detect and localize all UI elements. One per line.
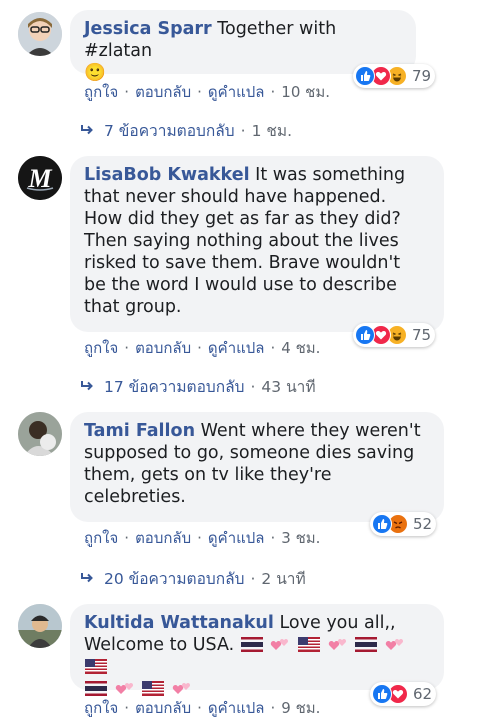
view-replies-link[interactable]: 17 ข้อความตอบกลับ · 43 นาที <box>80 374 316 399</box>
comment-text: celebreties. <box>84 487 186 507</box>
two-hearts-icon <box>172 683 190 694</box>
comment-author[interactable]: Tami Fallon <box>84 421 195 441</box>
comment-text: Love you all,, <box>279 613 396 633</box>
reactions-summary[interactable]: 75 <box>353 323 436 347</box>
comment-text: risked to save them. Brave wouldn't <box>84 253 401 273</box>
avatar[interactable] <box>18 412 62 456</box>
replies-time: 1 ชม. <box>251 122 293 140</box>
comment-actions: ถูกใจ · ตอบกลับ · ดูคำแปล · 4 ชม. <box>84 339 321 357</box>
comment-actions: ถูกใจ · ตอบกลับ · ดูคำแปล · 10 ชม. <box>84 83 330 101</box>
reply-link[interactable]: ตอบกลับ <box>135 699 191 717</box>
like-link[interactable]: ถูกใจ <box>84 83 118 101</box>
usa-flag-icon <box>85 659 107 674</box>
avatar[interactable] <box>18 604 62 648</box>
two-hearts-icon <box>271 639 289 650</box>
usa-flag-icon <box>142 681 165 696</box>
comment-actions: ถูกใจ · ตอบกลับ · ดูคำแปล · 3 ชม. <box>84 529 321 547</box>
comment-text: How did they get as far as they did? <box>84 209 401 229</box>
reactions-summary[interactable]: 52 <box>370 512 437 536</box>
replies-time: 2 นาที <box>261 570 306 588</box>
like-icon <box>372 684 392 704</box>
like-icon <box>372 514 392 534</box>
reply-link[interactable]: ตอบกลับ <box>135 83 191 101</box>
comment-text: be the word I would use to describe <box>84 275 397 295</box>
reaction-count: 52 <box>413 515 433 533</box>
comment-text: them, gets on tv like they're <box>84 465 332 485</box>
view-replies-link[interactable]: 20 ข้อความตอบกลับ · 2 นาที <box>80 566 306 591</box>
translate-link[interactable]: ดูคำแปล <box>208 83 265 101</box>
translate-link[interactable]: ดูคำแปล <box>208 699 265 717</box>
comment-author[interactable]: Kultida Wattanakul <box>84 613 274 633</box>
thailand-flag-icon <box>85 681 107 696</box>
like-link[interactable]: ถูกใจ <box>84 699 118 717</box>
translate-link[interactable]: ดูคำแปล <box>208 529 265 547</box>
comment-text: Then saying nothing about the lives <box>84 231 399 251</box>
two-hearts-icon <box>328 639 346 650</box>
reply-arrow-icon <box>80 570 94 588</box>
comment-text: Went where they weren't <box>200 421 421 441</box>
replies-count: 20 ข้อความตอบกลับ <box>104 570 245 588</box>
comment-bubble: LisaBob Kwakkel It was something that ne… <box>70 156 444 332</box>
comment-text: that never should have happened. <box>84 187 387 207</box>
reaction-count: 62 <box>413 685 433 703</box>
two-hearts-icon <box>115 683 133 694</box>
comment-author[interactable]: LisaBob Kwakkel <box>84 165 250 185</box>
like-icon <box>355 325 375 345</box>
comment-text: It was something <box>255 165 406 185</box>
comment-bubble: Kultida Wattanakul Love you all,, Welcom… <box>70 604 444 696</box>
replies-count: 7 ข้อความตอบกลับ <box>104 122 235 140</box>
timestamp[interactable]: 4 ชม. <box>281 339 320 357</box>
thailand-flag-icon <box>355 637 378 652</box>
avatar[interactable]: M <box>18 156 62 200</box>
reactions-summary[interactable]: 79 <box>353 64 436 88</box>
translate-link[interactable]: ดูคำแปล <box>208 339 265 357</box>
like-icon <box>355 66 375 86</box>
comment-text: supposed to go, someone dies saving <box>84 443 415 463</box>
replies-time: 43 นาที <box>261 378 316 396</box>
timestamp[interactable]: 10 ชม. <box>281 83 330 101</box>
comment-actions: ถูกใจ · ตอบกลับ · ดูคำแปล · 9 ชม. <box>84 699 321 717</box>
avatar[interactable] <box>18 12 62 56</box>
reaction-count: 79 <box>412 67 432 85</box>
replies-count: 17 ข้อความตอบกลับ <box>104 378 245 396</box>
reply-link[interactable]: ตอบกลับ <box>135 339 191 357</box>
reply-arrow-icon <box>80 122 94 140</box>
comment-author[interactable]: Jessica Sparr <box>84 19 212 39</box>
usa-flag-icon <box>297 637 320 652</box>
comment-text: Welcome to USA. <box>84 635 235 655</box>
two-hearts-icon <box>385 639 403 650</box>
view-replies-link[interactable]: 7 ข้อความตอบกลับ · 1 ชม. <box>80 118 292 143</box>
comment-text: that group. <box>84 297 182 317</box>
reply-arrow-icon <box>80 378 94 396</box>
timestamp[interactable]: 9 ชม. <box>281 699 320 717</box>
reaction-count: 75 <box>412 326 432 344</box>
reactions-summary[interactable]: 62 <box>370 682 437 706</box>
like-link[interactable]: ถูกใจ <box>84 529 118 547</box>
like-link[interactable]: ถูกใจ <box>84 339 118 357</box>
reply-link[interactable]: ตอบกลับ <box>135 529 191 547</box>
thailand-flag-icon <box>240 637 263 652</box>
timestamp[interactable]: 3 ชม. <box>281 529 320 547</box>
comment-bubble: Tami Fallon Went where they weren't supp… <box>70 412 444 522</box>
